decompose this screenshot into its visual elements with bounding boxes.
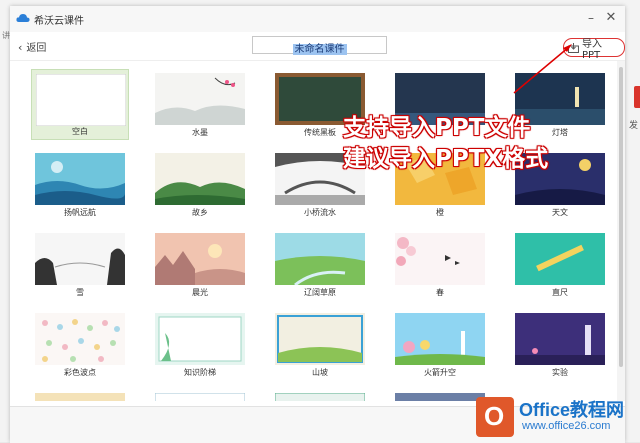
title-bar: 希沃云课件 – ✕ (10, 6, 625, 32)
template-label: 晨光 (192, 288, 208, 297)
scrollbar[interactable] (617, 61, 625, 401)
watermark: O Office教程网 www.office26.com (472, 394, 640, 442)
template-thumbnail (275, 393, 365, 401)
template-thumbnail (35, 153, 125, 205)
template-card-ruler[interactable]: 直尺 (511, 229, 609, 300)
template-dialog: 希沃云课件 – ✕ ‹ 返回 未命名课件 导入PPT 空白 水墨 传统黑板 灯塔… (10, 6, 625, 443)
template-card-partial[interactable] (271, 389, 369, 401)
back-label: 返回 (26, 43, 47, 54)
template-thumbnail (155, 393, 245, 401)
template-label: 实验 (552, 368, 568, 377)
template-thumbnail (515, 233, 605, 285)
template-thumbnail (35, 233, 125, 285)
background-left-text: 讲 (2, 31, 10, 40)
template-card-knowledge-ladder[interactable]: 知识阶梯 (151, 309, 249, 380)
toolbar: ‹ 返回 未命名课件 导入PPT (10, 32, 625, 61)
background-app-right: 发 (624, 0, 640, 442)
annotation-line-1: 支持导入PPT文件 (343, 115, 531, 141)
template-label: 扬帆远航 (64, 208, 96, 217)
template-card-dawn[interactable]: 晨光 (151, 229, 249, 300)
template-card-ink[interactable]: 水墨 (151, 69, 249, 140)
document-title-text: 未命名课件 (292, 44, 347, 55)
template-label: 春 (436, 288, 444, 297)
back-button[interactable]: ‹ 返回 (18, 39, 46, 54)
template-thumbnail (155, 73, 245, 125)
app-title: 希沃云课件 (34, 16, 84, 27)
template-card-snow[interactable]: 雪 (31, 229, 129, 300)
template-thumbnail (155, 233, 245, 285)
template-card-partial[interactable] (151, 389, 249, 401)
template-label: 雪 (76, 288, 84, 297)
annotation-line-2: 建议导入PPTX格式 (343, 146, 549, 172)
template-thumbnail (35, 313, 125, 365)
template-thumbnail (155, 153, 245, 205)
template-label: 辽阔草原 (304, 288, 336, 297)
template-label: 山坡 (312, 368, 328, 377)
watermark-url: www.office26.com (522, 420, 611, 432)
template-label: 天文 (552, 208, 568, 217)
template-label: 故乡 (192, 208, 208, 217)
template-label: 知识阶梯 (184, 368, 216, 377)
template-thumbnail (35, 393, 125, 401)
template-thumbnail (275, 313, 365, 365)
template-card-blank[interactable]: 空白 (31, 69, 129, 140)
close-button[interactable]: ✕ (603, 10, 619, 26)
template-card-polka[interactable]: 彩色波点 (31, 309, 129, 380)
template-label: 彩色波点 (64, 368, 96, 377)
import-icon (568, 42, 579, 53)
template-card-spring[interactable]: 春 (391, 229, 489, 300)
template-card-hillside[interactable]: 山坡 (271, 309, 369, 380)
template-label: 火箭升空 (424, 368, 456, 377)
document-title-input[interactable]: 未命名课件 (252, 36, 387, 55)
import-ppt-button[interactable]: 导入PPT (563, 38, 625, 61)
template-thumbnail (155, 313, 245, 365)
template-thumbnail (36, 74, 126, 126)
template-label: 空白 (72, 127, 88, 136)
import-label: 导入PPT (581, 38, 602, 61)
template-thumbnail (515, 313, 605, 365)
annotation-text: 支持导入PPT文件 建议导入PPTX格式 (343, 113, 548, 175)
template-label: 直尺 (552, 288, 568, 297)
cloud-icon (16, 14, 30, 22)
chevron-left-icon: ‹ (18, 41, 23, 54)
template-thumbnail (395, 313, 485, 365)
template-thumbnail (275, 233, 365, 285)
template-card-grassland[interactable]: 辽阔草原 (271, 229, 369, 300)
template-thumbnail (395, 233, 485, 285)
watermark-site-name: Office教程网 (519, 400, 625, 420)
template-label: 橙 (436, 208, 444, 217)
template-card-sailing[interactable]: 扬帆远航 (31, 149, 129, 220)
template-label: 水墨 (192, 128, 208, 137)
office-logo: O (476, 397, 514, 437)
background-red-tab (634, 86, 640, 108)
template-card-experiment[interactable]: 实验 (511, 309, 609, 380)
scrollbar-thumb[interactable] (619, 67, 623, 367)
template-grid: 空白 水墨 传统黑板 灯塔 扬帆远航 故乡 小桥流水 橙 天文 雪 晨光 辽阔草… (10, 61, 615, 401)
template-card-hometown[interactable]: 故乡 (151, 149, 249, 220)
background-right-text: 发 (628, 121, 638, 131)
minimize-button[interactable]: – (583, 10, 599, 26)
template-label: 小桥流水 (304, 208, 336, 217)
template-card-rocket[interactable]: 火箭升空 (391, 309, 489, 380)
template-card-partial[interactable] (31, 389, 129, 401)
